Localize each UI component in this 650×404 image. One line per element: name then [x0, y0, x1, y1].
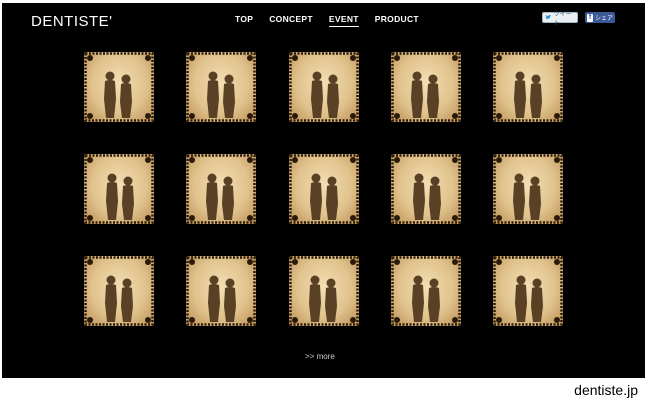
event-photo-card[interactable]	[289, 52, 359, 122]
kissing-couple-silhouette	[289, 52, 359, 122]
site-screen: DENTISTE' TOP CONCEPT EVENT PRODUCT ツイート…	[2, 3, 645, 378]
event-photo-card[interactable]	[493, 154, 563, 224]
event-photo-card[interactable]	[391, 256, 461, 326]
kissing-couple-silhouette	[186, 256, 256, 326]
event-photo-card[interactable]	[84, 52, 154, 122]
kissing-couple-silhouette	[391, 154, 461, 224]
kissing-couple-silhouette	[289, 256, 359, 326]
event-photo-card[interactable]	[289, 256, 359, 326]
kissing-couple-silhouette	[493, 52, 563, 122]
event-photo-card[interactable]	[84, 154, 154, 224]
kissing-couple-silhouette	[391, 256, 461, 326]
event-photo-card[interactable]	[186, 154, 256, 224]
kissing-couple-silhouette	[84, 52, 154, 122]
event-photo-card[interactable]	[493, 256, 563, 326]
kissing-couple-silhouette	[84, 256, 154, 326]
event-photo-card[interactable]	[391, 154, 461, 224]
kissing-couple-silhouette	[84, 154, 154, 224]
kissing-couple-silhouette	[186, 154, 256, 224]
kissing-couple-silhouette	[391, 52, 461, 122]
more-link[interactable]: >> more	[305, 352, 335, 361]
event-photo-card[interactable]	[391, 52, 461, 122]
kissing-couple-silhouette	[493, 154, 563, 224]
source-caption: dentiste.jp	[574, 382, 638, 398]
event-photo-card[interactable]	[186, 52, 256, 122]
kissing-couple-silhouette	[289, 154, 359, 224]
photo-gallery	[2, 3, 645, 378]
event-photo-card[interactable]	[289, 154, 359, 224]
event-photo-card[interactable]	[493, 52, 563, 122]
event-photo-card[interactable]	[84, 256, 154, 326]
kissing-couple-silhouette	[186, 52, 256, 122]
kissing-couple-silhouette	[493, 256, 563, 326]
event-photo-card[interactable]	[186, 256, 256, 326]
